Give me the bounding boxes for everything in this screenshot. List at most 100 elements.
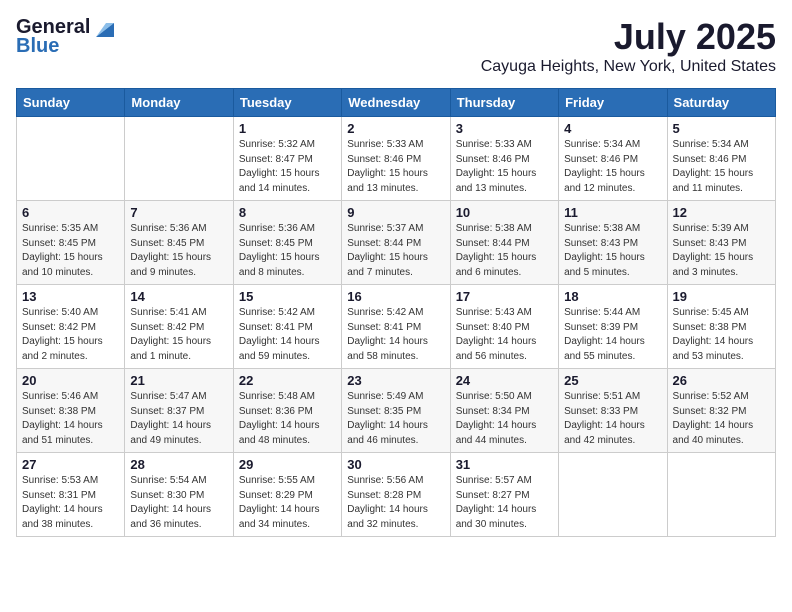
day-number: 14 (130, 289, 227, 304)
calendar-cell: 20Sunrise: 5:46 AMSunset: 8:38 PMDayligh… (17, 369, 125, 453)
calendar-cell: 27 Sunrise: 5:53 AMSunset: 8:31 PMDayligh… (17, 453, 125, 537)
day-number: 20 (22, 373, 119, 388)
calendar-cell: 30 Sunrise: 5:56 AMSunset: 8:28 PMDayligh… (342, 453, 450, 537)
calendar-cell: 19 Sunrise: 5:45 AMSunset: 8:38 PMDayligh… (667, 285, 775, 369)
day-info: Sunrise: 5:38 AMSunset: 8:43 PMDaylight:… (564, 222, 661, 280)
day-number: 26 (673, 373, 770, 388)
calendar-cell: 6 Sunrise: 5:35 AMSunset: 8:45 PMDaylight… (17, 201, 125, 285)
day-number: 6 (22, 205, 119, 220)
calendar-cell: 3 Sunrise: 5:33 AMSunset: 8:46 PMDaylight… (450, 117, 558, 201)
day-info: Sunrise: 5:33 AMSunset: 8:46 PMDaylight:… (456, 138, 553, 196)
day-info: Sunrise: 5:41 AMSunset: 8:42 PMDaylight:… (130, 306, 227, 364)
day-info: Sunrise: 5:36 AMSunset: 8:45 PMDaylight:… (130, 222, 227, 280)
calendar-table: SundayMondayTuesdayWednesdayThursdayFrid… (16, 88, 776, 537)
calendar-cell: 17 Sunrise: 5:43 AMSunset: 8:40 PMDayligh… (450, 285, 558, 369)
weekday-header-sunday: Sunday (17, 89, 125, 117)
calendar-cell: 7 Sunrise: 5:36 AMSunset: 8:45 PMDaylight… (125, 201, 233, 285)
day-number: 30 (347, 457, 444, 472)
calendar-cell: 2 Sunrise: 5:33 AMSunset: 8:46 PMDaylight… (342, 117, 450, 201)
day-number: 19 (673, 289, 770, 304)
calendar-cell: 4 Sunrise: 5:34 AMSunset: 8:46 PMDaylight… (559, 117, 667, 201)
day-number: 3 (456, 121, 553, 136)
calendar-week-row: 20Sunrise: 5:46 AMSunset: 8:38 PMDayligh… (17, 369, 776, 453)
weekday-header-thursday: Thursday (450, 89, 558, 117)
day-number: 31 (456, 457, 553, 472)
day-number: 10 (456, 205, 553, 220)
day-number: 16 (347, 289, 444, 304)
day-number: 4 (564, 121, 661, 136)
calendar-cell: 15 Sunrise: 5:42 AMSunset: 8:41 PMDayligh… (233, 285, 341, 369)
calendar-week-row: 27 Sunrise: 5:53 AMSunset: 8:31 PMDayligh… (17, 453, 776, 537)
day-number: 17 (456, 289, 553, 304)
day-number: 11 (564, 205, 661, 220)
weekday-header-saturday: Saturday (667, 89, 775, 117)
title-block: July 2025 Cayuga Heights, New York, Unit… (481, 16, 776, 76)
day-info: Sunrise: 5:32 AMSunset: 8:47 PMDaylight:… (239, 138, 336, 196)
day-number: 22 (239, 373, 336, 388)
day-info: Sunrise: 5:51 AMSunset: 8:33 PMDaylight:… (564, 390, 661, 448)
day-number: 8 (239, 205, 336, 220)
calendar-cell (559, 453, 667, 537)
day-info: Sunrise: 5:34 AMSunset: 8:46 PMDaylight:… (673, 138, 770, 196)
calendar-cell (125, 117, 233, 201)
day-number: 23 (347, 373, 444, 388)
day-number: 2 (347, 121, 444, 136)
day-number: 29 (239, 457, 336, 472)
day-info: Sunrise: 5:34 AMSunset: 8:46 PMDaylight:… (564, 138, 661, 196)
day-info: Sunrise: 5:42 AMSunset: 8:41 PMDaylight:… (239, 306, 336, 364)
day-info: Sunrise: 5:56 AMSunset: 8:28 PMDaylight:… (347, 474, 444, 532)
day-info: Sunrise: 5:43 AMSunset: 8:40 PMDaylight:… (456, 306, 553, 364)
page-header: General Blue July 2025 Cayuga Heights, N… (16, 16, 776, 76)
day-number: 15 (239, 289, 336, 304)
logo-blue: Blue (16, 35, 59, 58)
day-number: 7 (130, 205, 227, 220)
calendar-cell: 10 Sunrise: 5:38 AMSunset: 8:44 PMDayligh… (450, 201, 558, 285)
calendar-cell: 22 Sunrise: 5:48 AMSunset: 8:36 PMDayligh… (233, 369, 341, 453)
day-info: Sunrise: 5:39 AMSunset: 8:43 PMDaylight:… (673, 222, 770, 280)
day-number: 1 (239, 121, 336, 136)
weekday-header-wednesday: Wednesday (342, 89, 450, 117)
calendar-cell: 25 Sunrise: 5:51 AMSunset: 8:33 PMDayligh… (559, 369, 667, 453)
calendar-cell: 9Sunrise: 5:37 AMSunset: 8:44 PMDaylight… (342, 201, 450, 285)
day-info: Sunrise: 5:45 AMSunset: 8:38 PMDaylight:… (673, 306, 770, 364)
calendar-cell: 14 Sunrise: 5:41 AMSunset: 8:42 PMDayligh… (125, 285, 233, 369)
weekday-header-tuesday: Tuesday (233, 89, 341, 117)
day-number: 27 (22, 457, 119, 472)
day-number: 5 (673, 121, 770, 136)
calendar-cell: 11 Sunrise: 5:38 AMSunset: 8:43 PMDayligh… (559, 201, 667, 285)
day-number: 24 (456, 373, 553, 388)
calendar-cell: 24 Sunrise: 5:50 AMSunset: 8:34 PMDayligh… (450, 369, 558, 453)
calendar-week-row: 1 Sunrise: 5:32 AMSunset: 8:47 PMDaylight… (17, 117, 776, 201)
location-title: Cayuga Heights, New York, United States (481, 58, 776, 76)
day-info: Sunrise: 5:55 AMSunset: 8:29 PMDaylight:… (239, 474, 336, 532)
day-number: 28 (130, 457, 227, 472)
calendar-week-row: 13Sunrise: 5:40 AMSunset: 8:42 PMDayligh… (17, 285, 776, 369)
calendar-week-row: 6 Sunrise: 5:35 AMSunset: 8:45 PMDaylight… (17, 201, 776, 285)
calendar-cell: 26Sunrise: 5:52 AMSunset: 8:32 PMDayligh… (667, 369, 775, 453)
day-number: 9 (347, 205, 444, 220)
day-info: Sunrise: 5:48 AMSunset: 8:36 PMDaylight:… (239, 390, 336, 448)
day-number: 13 (22, 289, 119, 304)
day-info: Sunrise: 5:38 AMSunset: 8:44 PMDaylight:… (456, 222, 553, 280)
day-number: 12 (673, 205, 770, 220)
day-info: Sunrise: 5:57 AMSunset: 8:27 PMDaylight:… (456, 474, 553, 532)
calendar-cell: 29 Sunrise: 5:55 AMSunset: 8:29 PMDayligh… (233, 453, 341, 537)
day-info: Sunrise: 5:53 AMSunset: 8:31 PMDaylight:… (22, 474, 119, 532)
day-info: Sunrise: 5:35 AMSunset: 8:45 PMDaylight:… (22, 222, 119, 280)
weekday-header-monday: Monday (125, 89, 233, 117)
calendar-cell: 23Sunrise: 5:49 AMSunset: 8:35 PMDayligh… (342, 369, 450, 453)
day-number: 18 (564, 289, 661, 304)
calendar-cell: 31 Sunrise: 5:57 AMSunset: 8:27 PMDayligh… (450, 453, 558, 537)
day-info: Sunrise: 5:54 AMSunset: 8:30 PMDaylight:… (130, 474, 227, 532)
calendar-cell: 28 Sunrise: 5:54 AMSunset: 8:30 PMDayligh… (125, 453, 233, 537)
calendar-cell: 1 Sunrise: 5:32 AMSunset: 8:47 PMDaylight… (233, 117, 341, 201)
calendar-cell: 12 Sunrise: 5:39 AMSunset: 8:43 PMDayligh… (667, 201, 775, 285)
day-number: 25 (564, 373, 661, 388)
day-info: Sunrise: 5:33 AMSunset: 8:46 PMDaylight:… (347, 138, 444, 196)
day-info: Sunrise: 5:50 AMSunset: 8:34 PMDaylight:… (456, 390, 553, 448)
calendar-cell: 5 Sunrise: 5:34 AMSunset: 8:46 PMDaylight… (667, 117, 775, 201)
day-number: 21 (130, 373, 227, 388)
weekday-header-friday: Friday (559, 89, 667, 117)
day-info: Sunrise: 5:36 AMSunset: 8:45 PMDaylight:… (239, 222, 336, 280)
calendar-cell: 21Sunrise: 5:47 AMSunset: 8:37 PMDayligh… (125, 369, 233, 453)
